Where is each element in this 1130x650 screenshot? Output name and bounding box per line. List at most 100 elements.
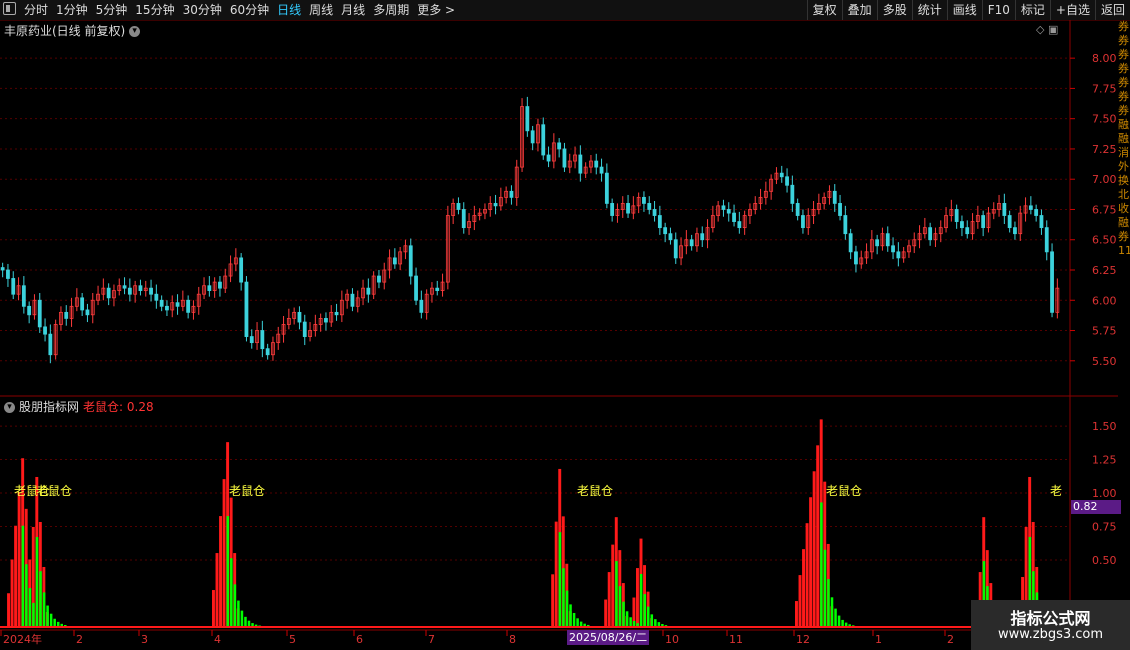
y-tick-label: 7.25 [1092,143,1117,156]
candle-body [965,227,970,235]
candle-body [302,321,307,337]
green-bar [625,611,629,627]
y-tick-label: 6.75 [1092,203,1117,216]
candle-body [260,330,265,350]
x-tick-label: 2 [76,633,83,646]
green-bar [820,502,823,627]
cursor-date-label: 2025/08/26/二 [567,630,650,645]
candle-body [324,318,328,323]
rat-bar [7,593,10,627]
candle-body [838,203,842,216]
candle-body [138,285,143,291]
candle-body [657,215,662,229]
rat-bar [607,572,611,627]
green-bar [647,606,650,627]
value-cursor-label: 0.82 [1071,500,1121,514]
green-bar [827,579,830,627]
right-side-panel[interactable]: 券券券券券券券融融消外换北收融券11111 [1118,20,1130,650]
candle-body [244,281,249,337]
rat-bar [795,601,798,627]
rat-bar [604,599,608,627]
candle-body [392,257,397,265]
y-tick-label: 6.25 [1092,264,1117,277]
subchart-name: 股朋指标网 [19,400,80,414]
chevron-down-icon[interactable]: ▾ [4,402,15,413]
candle-body [456,203,461,210]
subchart-title: ▾ 股朋指标网 老鼠仓: 0.28 [4,398,154,415]
candle-body [652,209,657,216]
y-tick-label: 0.75 [1092,521,1117,534]
x-tick-label: 11 [729,633,743,646]
x-tick-label: 1 [875,633,882,646]
candle-body [186,299,191,313]
green-bar [569,604,572,627]
candle-body [1034,209,1039,216]
candle-body [43,326,47,335]
candle-body [981,215,986,229]
green-bar [244,616,247,627]
green-bar [35,536,39,627]
candle-body [159,299,164,307]
candle-body [885,233,890,247]
rat-label: 老鼠仓 [36,484,72,498]
rat-bar [798,575,802,627]
candle-body [530,130,535,144]
green-bar [21,525,25,627]
green-bar [615,561,618,627]
candle-body [419,299,424,313]
y-tick-label: 1.00 [1092,487,1117,500]
y-tick-label: 1.50 [1092,420,1117,433]
x-tick-label: 7 [428,633,435,646]
rat-bar [812,471,816,627]
candle-body [493,203,498,207]
candle-body [891,245,895,253]
rat-bar [554,521,558,627]
green-bar [28,588,32,627]
candle-body [1039,215,1044,229]
candle-body [647,203,652,210]
candle-body [509,190,514,198]
green-bar [576,618,579,627]
candle-body [578,154,583,174]
green-bar [53,618,56,627]
green-bar [654,619,657,627]
watermark-title: 指标公式网 [1010,609,1091,628]
rat-label: 老鼠仓 [577,484,613,498]
candle-body [843,215,848,235]
candle-body [663,227,668,235]
candle-body [626,203,630,214]
rat-bar [10,559,14,627]
candle-body [642,196,646,204]
rat-bar [611,544,615,627]
candle-body [122,285,127,289]
candle-body [265,348,270,356]
candle-body [149,287,153,295]
candle-body [350,293,355,307]
green-bar [226,516,230,627]
candle-body [737,221,742,229]
candle-body [610,203,615,216]
green-bar [558,532,562,627]
green-bar [42,592,46,627]
green-bar [837,615,841,627]
candle-body [928,227,933,241]
candle-body [461,209,466,229]
y-tick-label: 7.50 [1092,113,1117,126]
green-bar [46,605,49,627]
candle-body [795,203,800,216]
y-tick-label: 5.50 [1092,355,1117,368]
candle-body [6,269,10,279]
candle-body [27,305,32,316]
rat-bar [802,549,805,627]
x-tick-label: 12 [796,633,810,646]
green-bar [233,584,237,627]
candle-body [239,257,244,283]
green-bar [629,617,632,627]
candle-body [726,209,731,214]
green-bar [618,586,622,627]
y-tick-label: 6.00 [1092,294,1117,307]
candle-body [1044,227,1049,253]
green-bar [834,608,837,627]
green-bar [240,610,244,627]
candle-body [604,172,609,204]
